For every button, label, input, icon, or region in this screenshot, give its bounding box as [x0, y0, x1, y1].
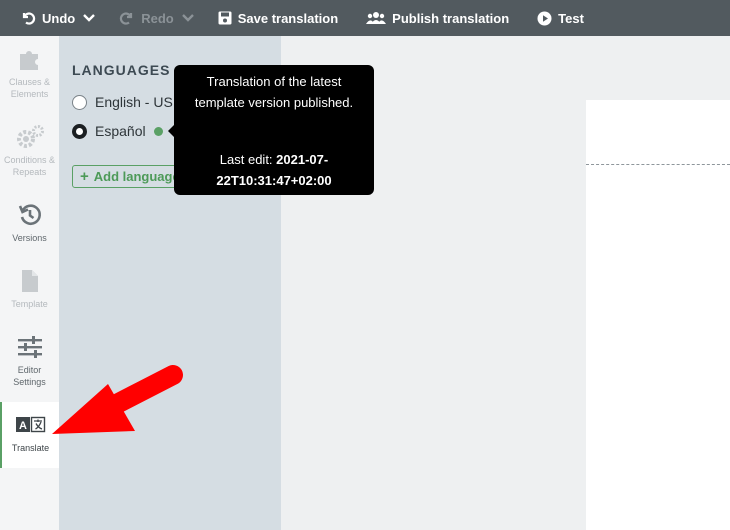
rail-label: Clauses & Elements — [8, 77, 51, 99]
published-status-dot — [153, 126, 163, 136]
test-label: Test — [558, 10, 584, 26]
chevron-down-icon[interactable] — [181, 14, 194, 22]
file-icon — [20, 268, 40, 294]
redo-label: Redo — [141, 10, 174, 26]
puzzle-icon — [17, 46, 43, 72]
play-circle-icon — [537, 11, 552, 25]
tooltip-arrow — [168, 125, 174, 137]
users-icon — [366, 12, 387, 24]
rail-item-versions[interactable]: Versions — [0, 202, 59, 244]
document-page[interactable] — [586, 100, 730, 530]
rail-item-clauses-elements[interactable]: Clauses & Elements — [0, 46, 59, 100]
translation-status-tooltip: Translation of the latest template versi… — [168, 65, 374, 195]
sliders-icon — [17, 334, 43, 360]
rail-item-conditions-repeats[interactable]: Conditions & Repeats — [0, 124, 59, 178]
last-edit-label: Last edit: — [219, 152, 273, 167]
tooltip-line-2: template version published. — [194, 95, 354, 110]
svg-text:A: A — [19, 420, 27, 432]
left-rail: Clauses & Elements Conditions & Repeats … — [0, 36, 59, 530]
rail-label: Conditions & Repeats — [3, 155, 56, 177]
undo-button[interactable]: Undo — [20, 0, 96, 36]
radio-button-selected[interactable] — [72, 123, 87, 139]
rail-label: Versions — [12, 233, 47, 243]
undo-label: Undo — [42, 10, 76, 26]
save-translation-label: Save translation — [237, 10, 339, 26]
language-label: English - US — [95, 94, 173, 110]
page-divider — [586, 164, 730, 165]
save-translation-button[interactable]: Save translation — [218, 0, 338, 36]
publish-translation-label: Publish translation — [392, 10, 510, 26]
annotation-arrow-icon — [52, 365, 183, 434]
redo-icon — [120, 12, 133, 25]
tooltip-line-1: Translation of the latest — [206, 74, 342, 89]
toolbar: Undo Redo Save translation Publish trans… — [0, 0, 730, 36]
gears-icon — [15, 124, 45, 150]
history-icon — [18, 202, 42, 228]
undo-icon — [22, 12, 36, 25]
test-button[interactable]: Test — [537, 0, 584, 36]
chevron-down-icon[interactable] — [83, 14, 96, 22]
add-language-label: Add language — [93, 169, 180, 184]
save-icon — [218, 11, 232, 25]
rail-label: Template — [11, 299, 48, 309]
language-option-english-us[interactable]: English - US — [72, 94, 173, 110]
language-label: Español — [95, 123, 146, 139]
radio-button[interactable] — [72, 94, 87, 110]
language-option-espanol[interactable]: Español — [72, 123, 163, 139]
plus-icon: + — [80, 168, 89, 185]
rail-item-template[interactable]: Template — [0, 268, 59, 310]
tooltip-last-edit: Last edit: 2021-07-22T10:31:47+02:00 — [174, 149, 374, 191]
publish-translation-button[interactable]: Publish translation — [366, 0, 509, 36]
languages-title: LANGUAGES — [72, 62, 171, 78]
redo-button[interactable]: Redo — [119, 0, 194, 36]
